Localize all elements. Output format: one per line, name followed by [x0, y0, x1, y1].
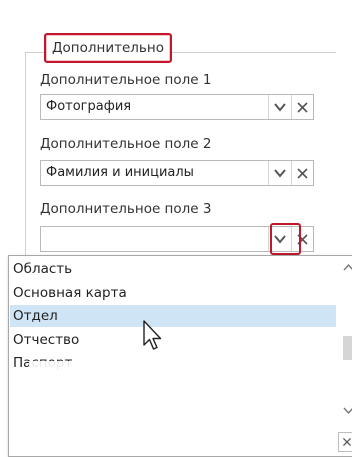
field-1-label: Дополнительное поле 1 [40, 72, 212, 88]
field-2-label: Дополнительное поле 2 [40, 136, 212, 152]
chevron-down-icon [274, 103, 286, 112]
field-1-combobox[interactable]: Фотография [40, 94, 314, 120]
list-item-otchestvo[interactable]: Отчество [10, 329, 336, 351]
field-1-dropdown-button[interactable] [268, 95, 291, 119]
close-icon [297, 102, 308, 113]
group-title: Дополнительно [44, 33, 172, 63]
field-1-clear-button[interactable] [291, 95, 313, 119]
field-2-dropdown-button[interactable] [268, 161, 291, 185]
close-icon [343, 438, 351, 446]
dropdown-button-highlight [270, 223, 301, 255]
list-item-otdel[interactable]: Отдел [10, 305, 336, 327]
field-2-value: Фамилия и инициалы [46, 165, 194, 180]
scroll-thumb[interactable] [343, 336, 352, 360]
list-item-oblast[interactable]: Область [10, 258, 336, 280]
scroll-up-icon[interactable] [340, 260, 352, 274]
scroll-down-icon[interactable] [340, 404, 352, 418]
list-item-osnovnaya-karta[interactable]: Основная карта [10, 282, 336, 304]
field-1-value: Фотография [46, 99, 132, 114]
list-clear-button[interactable] [338, 432, 352, 452]
chevron-down-icon [274, 169, 286, 178]
mouse-pointer-icon [143, 320, 162, 350]
dropdown-list[interactable]: Область Основная карта Отдел Отчество Па… [8, 255, 352, 457]
close-icon [297, 168, 308, 179]
field-2-clear-button[interactable] [291, 161, 313, 185]
field-2-combobox[interactable]: Фамилия и инициалы [40, 160, 314, 186]
field-3-label: Дополнительное поле 3 [40, 201, 212, 217]
list-scrollbar[interactable] [340, 256, 352, 431]
list-fade-overlay [29, 361, 329, 431]
